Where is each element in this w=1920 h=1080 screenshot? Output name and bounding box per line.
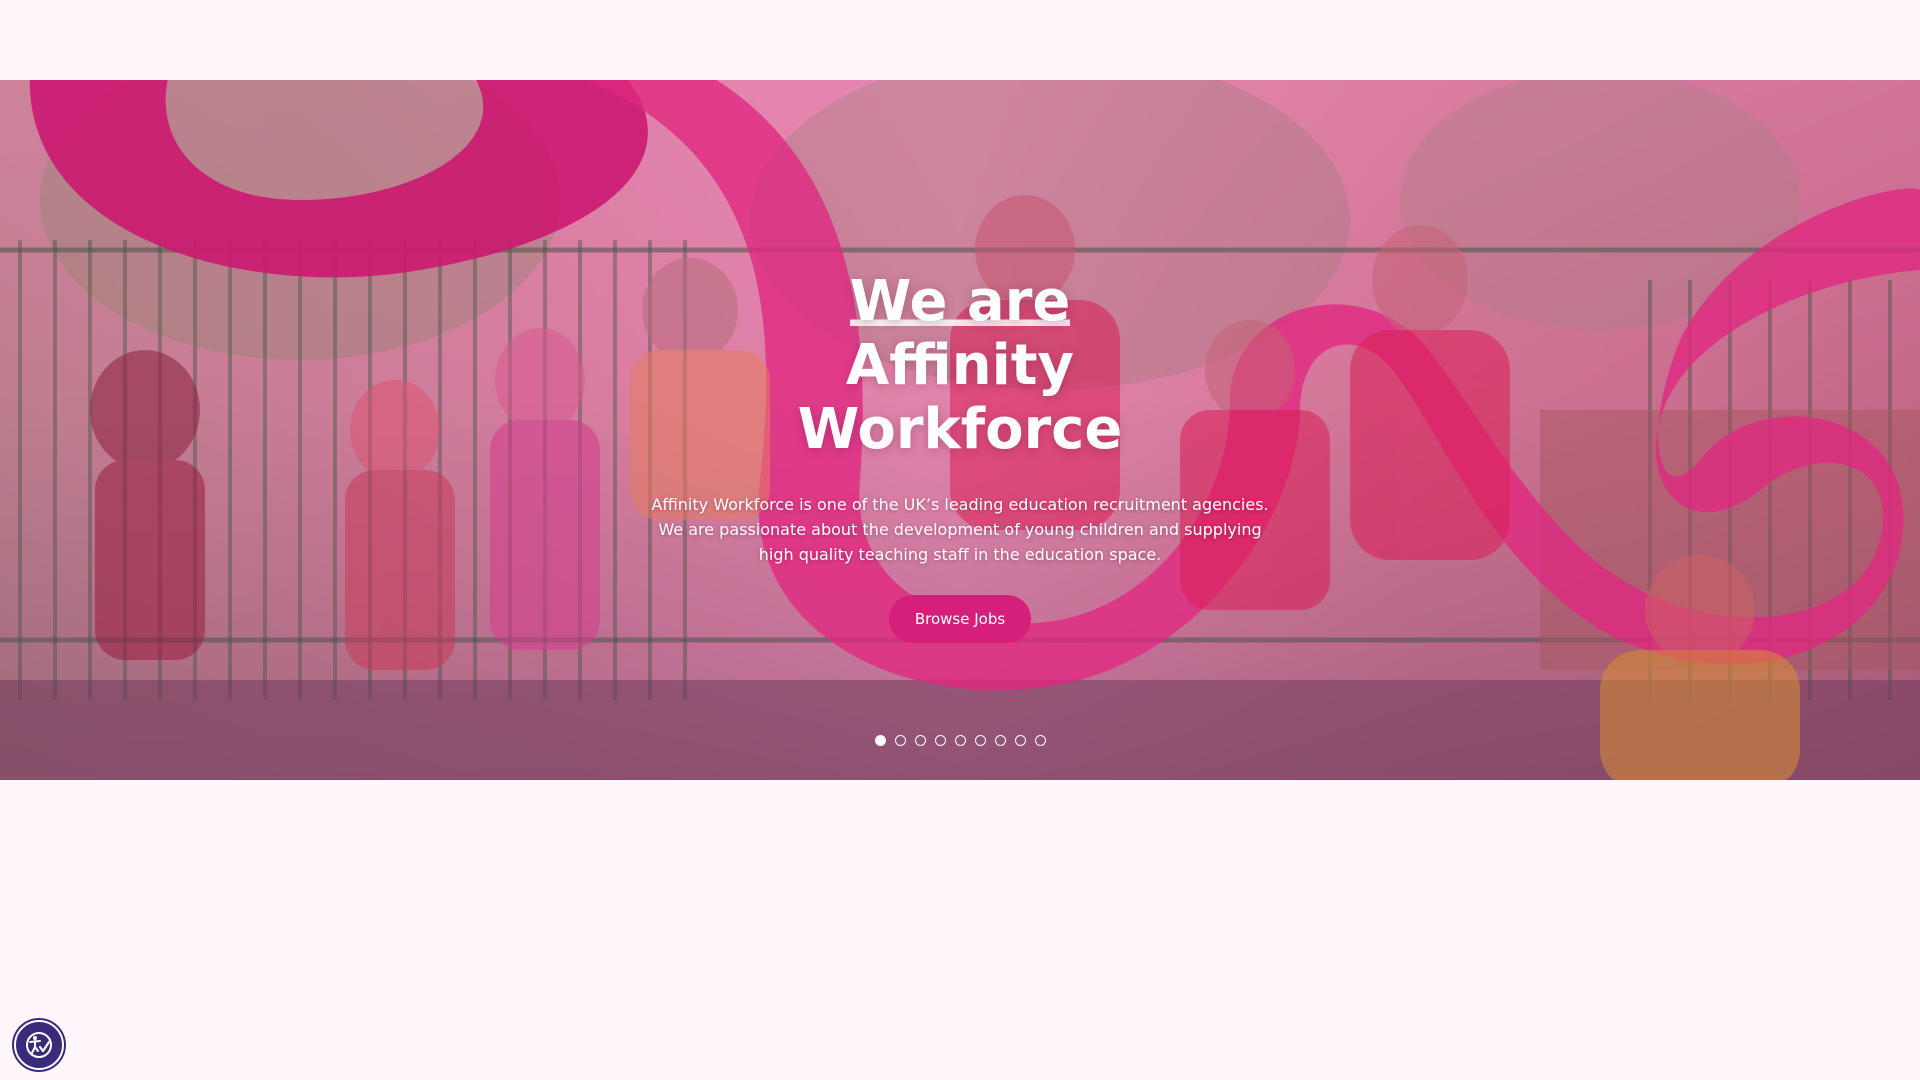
hero-title: We are Affinity Workforce bbox=[730, 269, 1190, 462]
carousel-dot-1[interactable] bbox=[874, 735, 886, 746]
carousel-dot-8[interactable] bbox=[1014, 735, 1026, 746]
hero-title-rest: Affinity Workforce bbox=[797, 333, 1123, 462]
accessibility-icon bbox=[26, 1032, 52, 1058]
carousel-dot-7[interactable] bbox=[994, 735, 1006, 746]
browse-jobs-button[interactable]: Browse Jobs bbox=[888, 595, 1032, 643]
carousel-dot-6[interactable] bbox=[974, 735, 986, 746]
hero-description: Affinity Workforce is one of the UK’s le… bbox=[651, 495, 1269, 564]
carousel-dot-2[interactable] bbox=[894, 735, 906, 746]
carousel-dot-5[interactable] bbox=[954, 735, 966, 746]
hero-title-highlight: We are bbox=[849, 269, 1071, 334]
accessibility-button[interactable] bbox=[14, 1020, 64, 1070]
hero-content: We are Affinity Workforce Affinity Workf… bbox=[0, 269, 1920, 643]
carousel-dot-4[interactable] bbox=[934, 735, 946, 746]
carousel-pagination bbox=[0, 735, 1920, 746]
carousel-dot-9[interactable] bbox=[1034, 735, 1046, 746]
carousel-dot-3[interactable] bbox=[914, 735, 926, 746]
hero-banner: We are Affinity Workforce Affinity Workf… bbox=[0, 80, 1920, 780]
